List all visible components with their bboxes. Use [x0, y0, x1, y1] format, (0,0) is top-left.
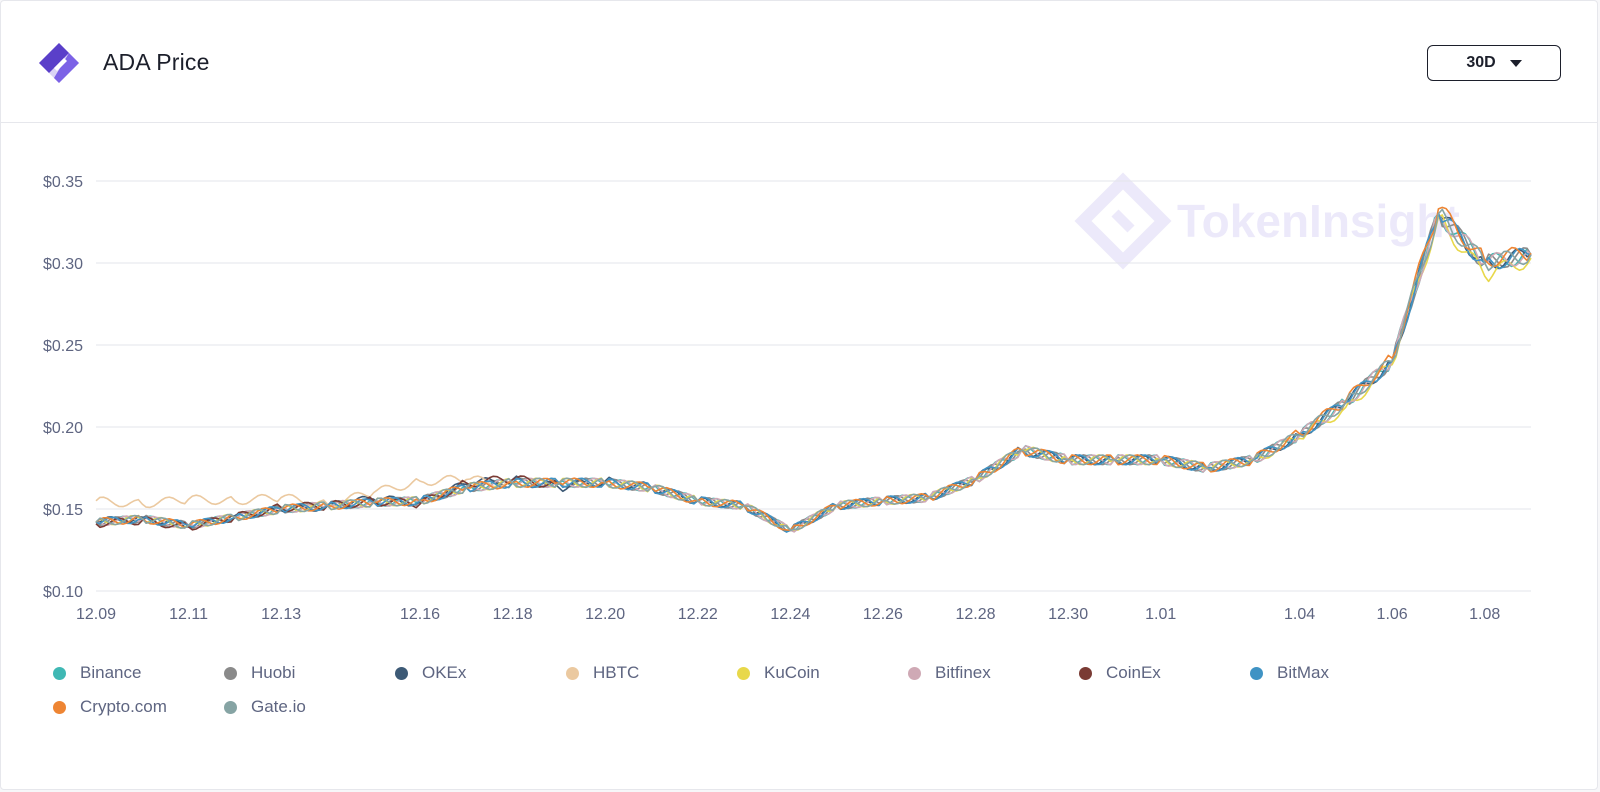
- series-line-bitmax: [95, 213, 1532, 533]
- legend-label: BitMax: [1277, 663, 1329, 682]
- legend-dot-icon: [53, 666, 66, 680]
- page-title: ADA Price: [103, 49, 210, 75]
- x-tick-label: 12.26: [863, 606, 903, 623]
- x-tick-label: 12.09: [76, 606, 116, 623]
- caret-down-icon: [1509, 59, 1522, 67]
- x-tick-label: 1.08: [1469, 606, 1500, 623]
- x-tick-label: 12.16: [400, 606, 440, 623]
- legend-dot-icon: [224, 700, 237, 714]
- token-logo-icon: [39, 43, 79, 83]
- y-tick-label: $0.30: [43, 256, 83, 273]
- legend-label: Huobi: [251, 663, 296, 682]
- legend-item-binance[interactable]: Binance: [53, 663, 224, 683]
- time-range-dropdown[interactable]: 30D: [1427, 45, 1561, 81]
- y-tick-label: $0.20: [43, 420, 83, 437]
- watermark: TokenInsight: [1074, 172, 1460, 270]
- x-tick-label: 12.18: [493, 606, 533, 623]
- series-line-bitfinex: [95, 213, 1532, 533]
- series-line-huobi: [95, 213, 1532, 532]
- x-tick-label: 12.28: [955, 606, 995, 623]
- series-line-okex: [96, 213, 1532, 533]
- legend-label: Bitfinex: [935, 663, 991, 682]
- card-header: ADA Price 30D: [1, 1, 1597, 123]
- legend-item-crypto-com[interactable]: Crypto.com: [53, 697, 224, 717]
- x-tick-label: 12.20: [585, 606, 625, 623]
- chart-legend: Binance Huobi OKEx HBTC KuCoin Bitfinex CoinEx…: [53, 663, 1453, 717]
- series-lines: [95, 206, 1532, 533]
- x-tick-label: 12.13: [261, 606, 301, 623]
- x-axis: 12.09 12.11 12.13 12.16 12.18 12.20 12.22 12.24…: [76, 606, 1500, 623]
- x-tick-label: 1.06: [1377, 606, 1408, 623]
- x-tick-label: 12.11: [169, 606, 208, 623]
- legend-dot-icon: [737, 666, 750, 680]
- legend-label: Crypto.com: [80, 697, 167, 716]
- series-line-binance: [95, 213, 1532, 533]
- legend-dot-icon: [566, 666, 579, 680]
- legend-item-okex[interactable]: OKEx: [395, 663, 566, 683]
- legend-dot-icon: [908, 666, 921, 680]
- legend-item-hbtc[interactable]: HBTC: [566, 663, 737, 683]
- x-tick-label: 12.30: [1048, 606, 1088, 623]
- legend-dot-icon: [1079, 666, 1092, 680]
- legend-label: OKEx: [422, 663, 467, 682]
- legend-label: Binance: [80, 663, 142, 682]
- legend-item-coinex[interactable]: CoinEx: [1079, 663, 1250, 683]
- y-tick-label: $0.25: [43, 338, 83, 355]
- x-tick-label: 12.24: [770, 606, 810, 623]
- legend-dot-icon: [53, 700, 66, 714]
- legend-item-huobi[interactable]: Huobi: [224, 663, 395, 683]
- price-card: ADA Price 30D TokenInsight $0.35 $0.30 $0.…: [0, 0, 1598, 790]
- series-line-gate-io: [95, 208, 1532, 532]
- y-axis: $0.35 $0.30 $0.25 $0.20 $0.15 $0.10: [43, 174, 83, 601]
- legend-label: Gate.io: [251, 697, 306, 716]
- legend-label: HBTC: [593, 663, 640, 682]
- time-range-label: 30D: [1466, 54, 1496, 71]
- x-tick-label: 12.22: [678, 606, 718, 623]
- series-line-kucoin: [95, 214, 1532, 532]
- legend-dot-icon: [395, 666, 408, 680]
- legend-item-bitmax[interactable]: BitMax: [1250, 663, 1421, 683]
- legend-label: KuCoin: [764, 663, 820, 682]
- legend-item-bitfinex[interactable]: Bitfinex: [908, 663, 1079, 683]
- legend-item-kucoin[interactable]: KuCoin: [737, 663, 908, 683]
- x-tick-label: 1.04: [1284, 606, 1315, 623]
- y-tick-label: $0.15: [43, 502, 83, 519]
- series-line-crypto-com: [95, 206, 1532, 532]
- y-tick-label: $0.10: [43, 584, 83, 601]
- price-chart: TokenInsight $0.35$0.30$0.25$0.20$0.15$0…: [43, 172, 1532, 623]
- watermark-text: TokenInsight: [1177, 195, 1460, 247]
- legend-label: CoinEx: [1106, 663, 1161, 682]
- legend-dot-icon: [224, 666, 237, 680]
- x-tick-label: 1.01: [1145, 606, 1176, 623]
- y-tick-label: $0.35: [43, 174, 83, 191]
- legend-item-gate-io[interactable]: Gate.io: [224, 697, 395, 717]
- legend-dot-icon: [1250, 666, 1263, 680]
